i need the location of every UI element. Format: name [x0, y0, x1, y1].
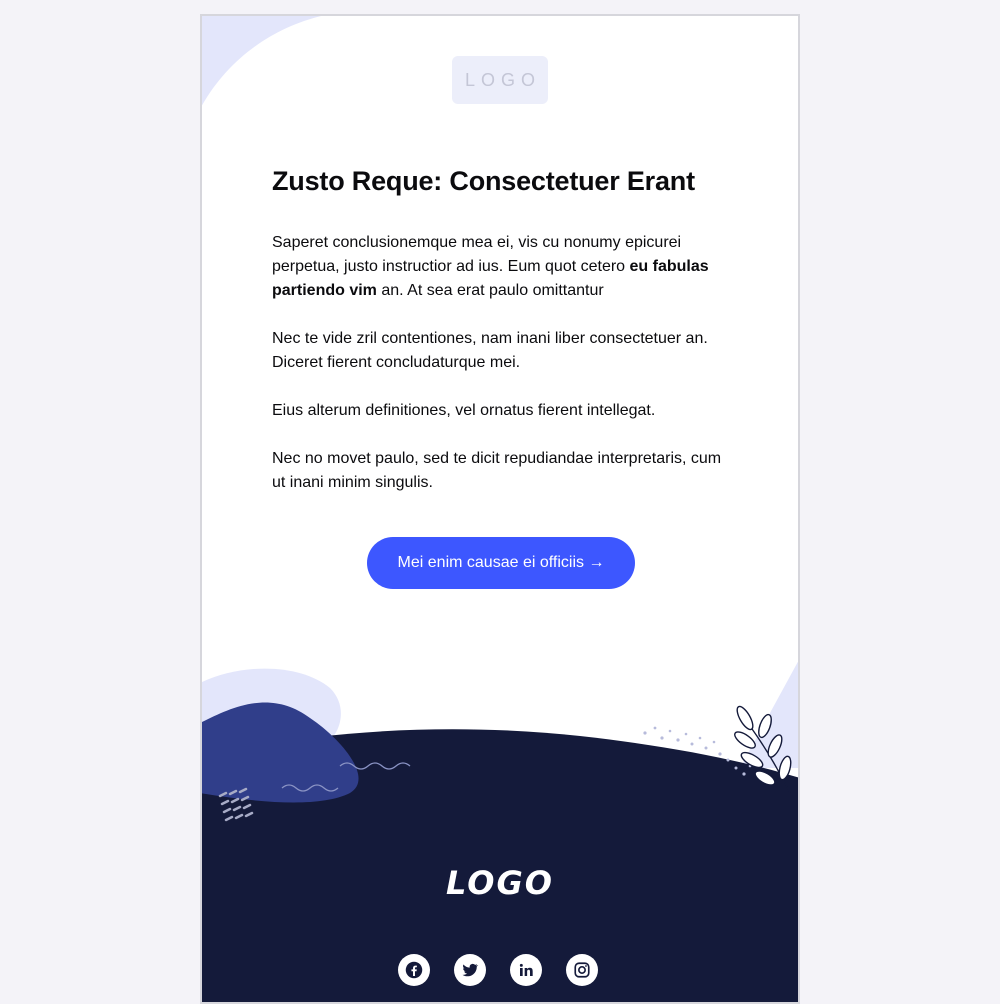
- linkedin-icon[interactable]: [510, 954, 542, 986]
- header-logo[interactable]: LOGO: [452, 56, 548, 104]
- corner-blob-decoration: [202, 16, 322, 106]
- footer-logo[interactable]: LOGO: [202, 864, 798, 902]
- paragraph-1: Saperet conclusionemque mea ei, vis cu n…: [272, 231, 727, 303]
- paragraph-1-end-text: an. At sea erat paulo omittantur: [376, 282, 604, 299]
- cta-button[interactable]: Mei enim causae ei officiis →: [367, 537, 635, 589]
- paragraph-3: Eius alterum definitiones, vel ornatus f…: [272, 402, 656, 419]
- instagram-icon[interactable]: [566, 954, 598, 986]
- email-card: LOGO Zusto Reque: Consectetuer Erant Sap…: [200, 14, 800, 1004]
- paragraph-1-text: Saperet conclusionemque mea ei, vis cu n…: [272, 234, 682, 275]
- paragraph-4: Nec no movet paulo, sed te dicit repudia…: [272, 450, 722, 491]
- footer-wave-illustration: [202, 661, 798, 838]
- headline: Zusto Reque: Consectetuer Erant: [272, 166, 695, 196]
- social-links: [398, 954, 608, 988]
- paragraph-2: Nec te vide zril contentiones, nam inani…: [272, 330, 708, 371]
- facebook-icon[interactable]: [398, 954, 430, 986]
- twitter-icon[interactable]: [454, 954, 486, 986]
- body-text: Saperet conclusionemque mea ei, vis cu n…: [272, 231, 727, 519]
